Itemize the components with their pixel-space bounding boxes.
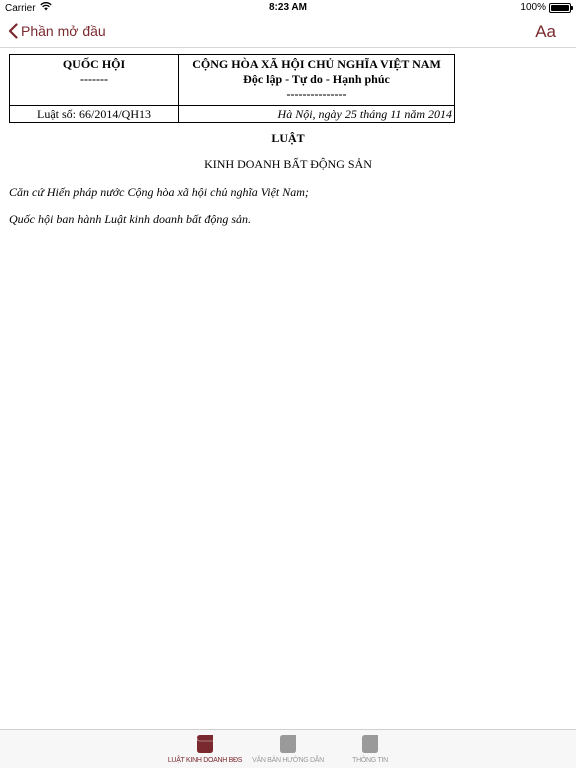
tab-law[interactable]: LUẬT KINH DOANH BĐS: [160, 734, 250, 764]
law-name: KINH DOANH BẤT ĐỘNG SẢN: [204, 157, 372, 171]
status-bar: Carrier 8:23 AM 100%: [0, 0, 576, 16]
navigation-bar: Phần mở đầu Aa: [0, 16, 576, 48]
issuer-cell: QUỐC HỘI -------: [9, 54, 179, 106]
tab-info[interactable]: THÔNG TIN: [325, 734, 415, 764]
nation-cell: CỘNG HÒA XÃ HỘI CHỦ NGHĨA VIỆT NAM Độc l…: [178, 54, 455, 106]
tab-guidance[interactable]: VĂN BẢN HƯỚNG DẪN: [243, 734, 333, 764]
issuer-dashes: -------: [80, 72, 108, 86]
law-title: LUẬT: [271, 131, 305, 145]
header-table: QUỐC HỘI ------- CỘNG HÒA XÃ HỘI CHỦ NGH…: [9, 54, 455, 123]
tab-bar: LUẬT KINH DOANH BĐS VĂN BẢN HƯỚNG DẪN TH…: [0, 729, 576, 768]
tab-label: LUẬT KINH DOANH BĐS: [167, 757, 243, 764]
battery-icon: [549, 2, 573, 13]
tab-label: THÔNG TIN: [352, 757, 388, 764]
law-date: Hà Nội, ngày 25 tháng 11 năm 2014: [178, 105, 455, 123]
status-time: 8:23 AM: [269, 2, 307, 13]
law-number: Luật số: 66/2014/QH13: [9, 105, 179, 123]
back-button-label: Phần mở đầu: [21, 23, 106, 39]
back-button[interactable]: Phần mở đầu: [8, 23, 106, 39]
status-right: 100%: [520, 2, 573, 13]
font-size-button[interactable]: Aa: [535, 22, 556, 42]
paragraph: Căn cứ Hiến pháp nước Cộng hòa xã hội ch…: [9, 185, 309, 199]
law-book-icon: [160, 734, 250, 754]
nation-motto: Độc lập - Tự do - Hạnh phúc: [243, 72, 390, 86]
document-header: QUỐC HỘI ------- CỘNG HÒA XÃ HỘI CHỦ NGH…: [9, 54, 455, 123]
nation-dashes: ---------------: [286, 87, 347, 101]
tab-label: VĂN BẢN HƯỚNG DẪN: [252, 757, 324, 764]
paragraph: Quốc hội ban hành Luật kinh doanh bất độ…: [9, 212, 251, 226]
document-icon: [243, 734, 333, 754]
info-icon: [325, 734, 415, 754]
issuer-title: QUỐC HỘI: [62, 57, 126, 71]
nation-title: CỘNG HÒA XÃ HỘI CHỦ NGHĨA VIỆT NAM: [192, 57, 441, 71]
battery-percent: 100%: [520, 2, 546, 13]
chevron-left-icon: [8, 23, 18, 39]
